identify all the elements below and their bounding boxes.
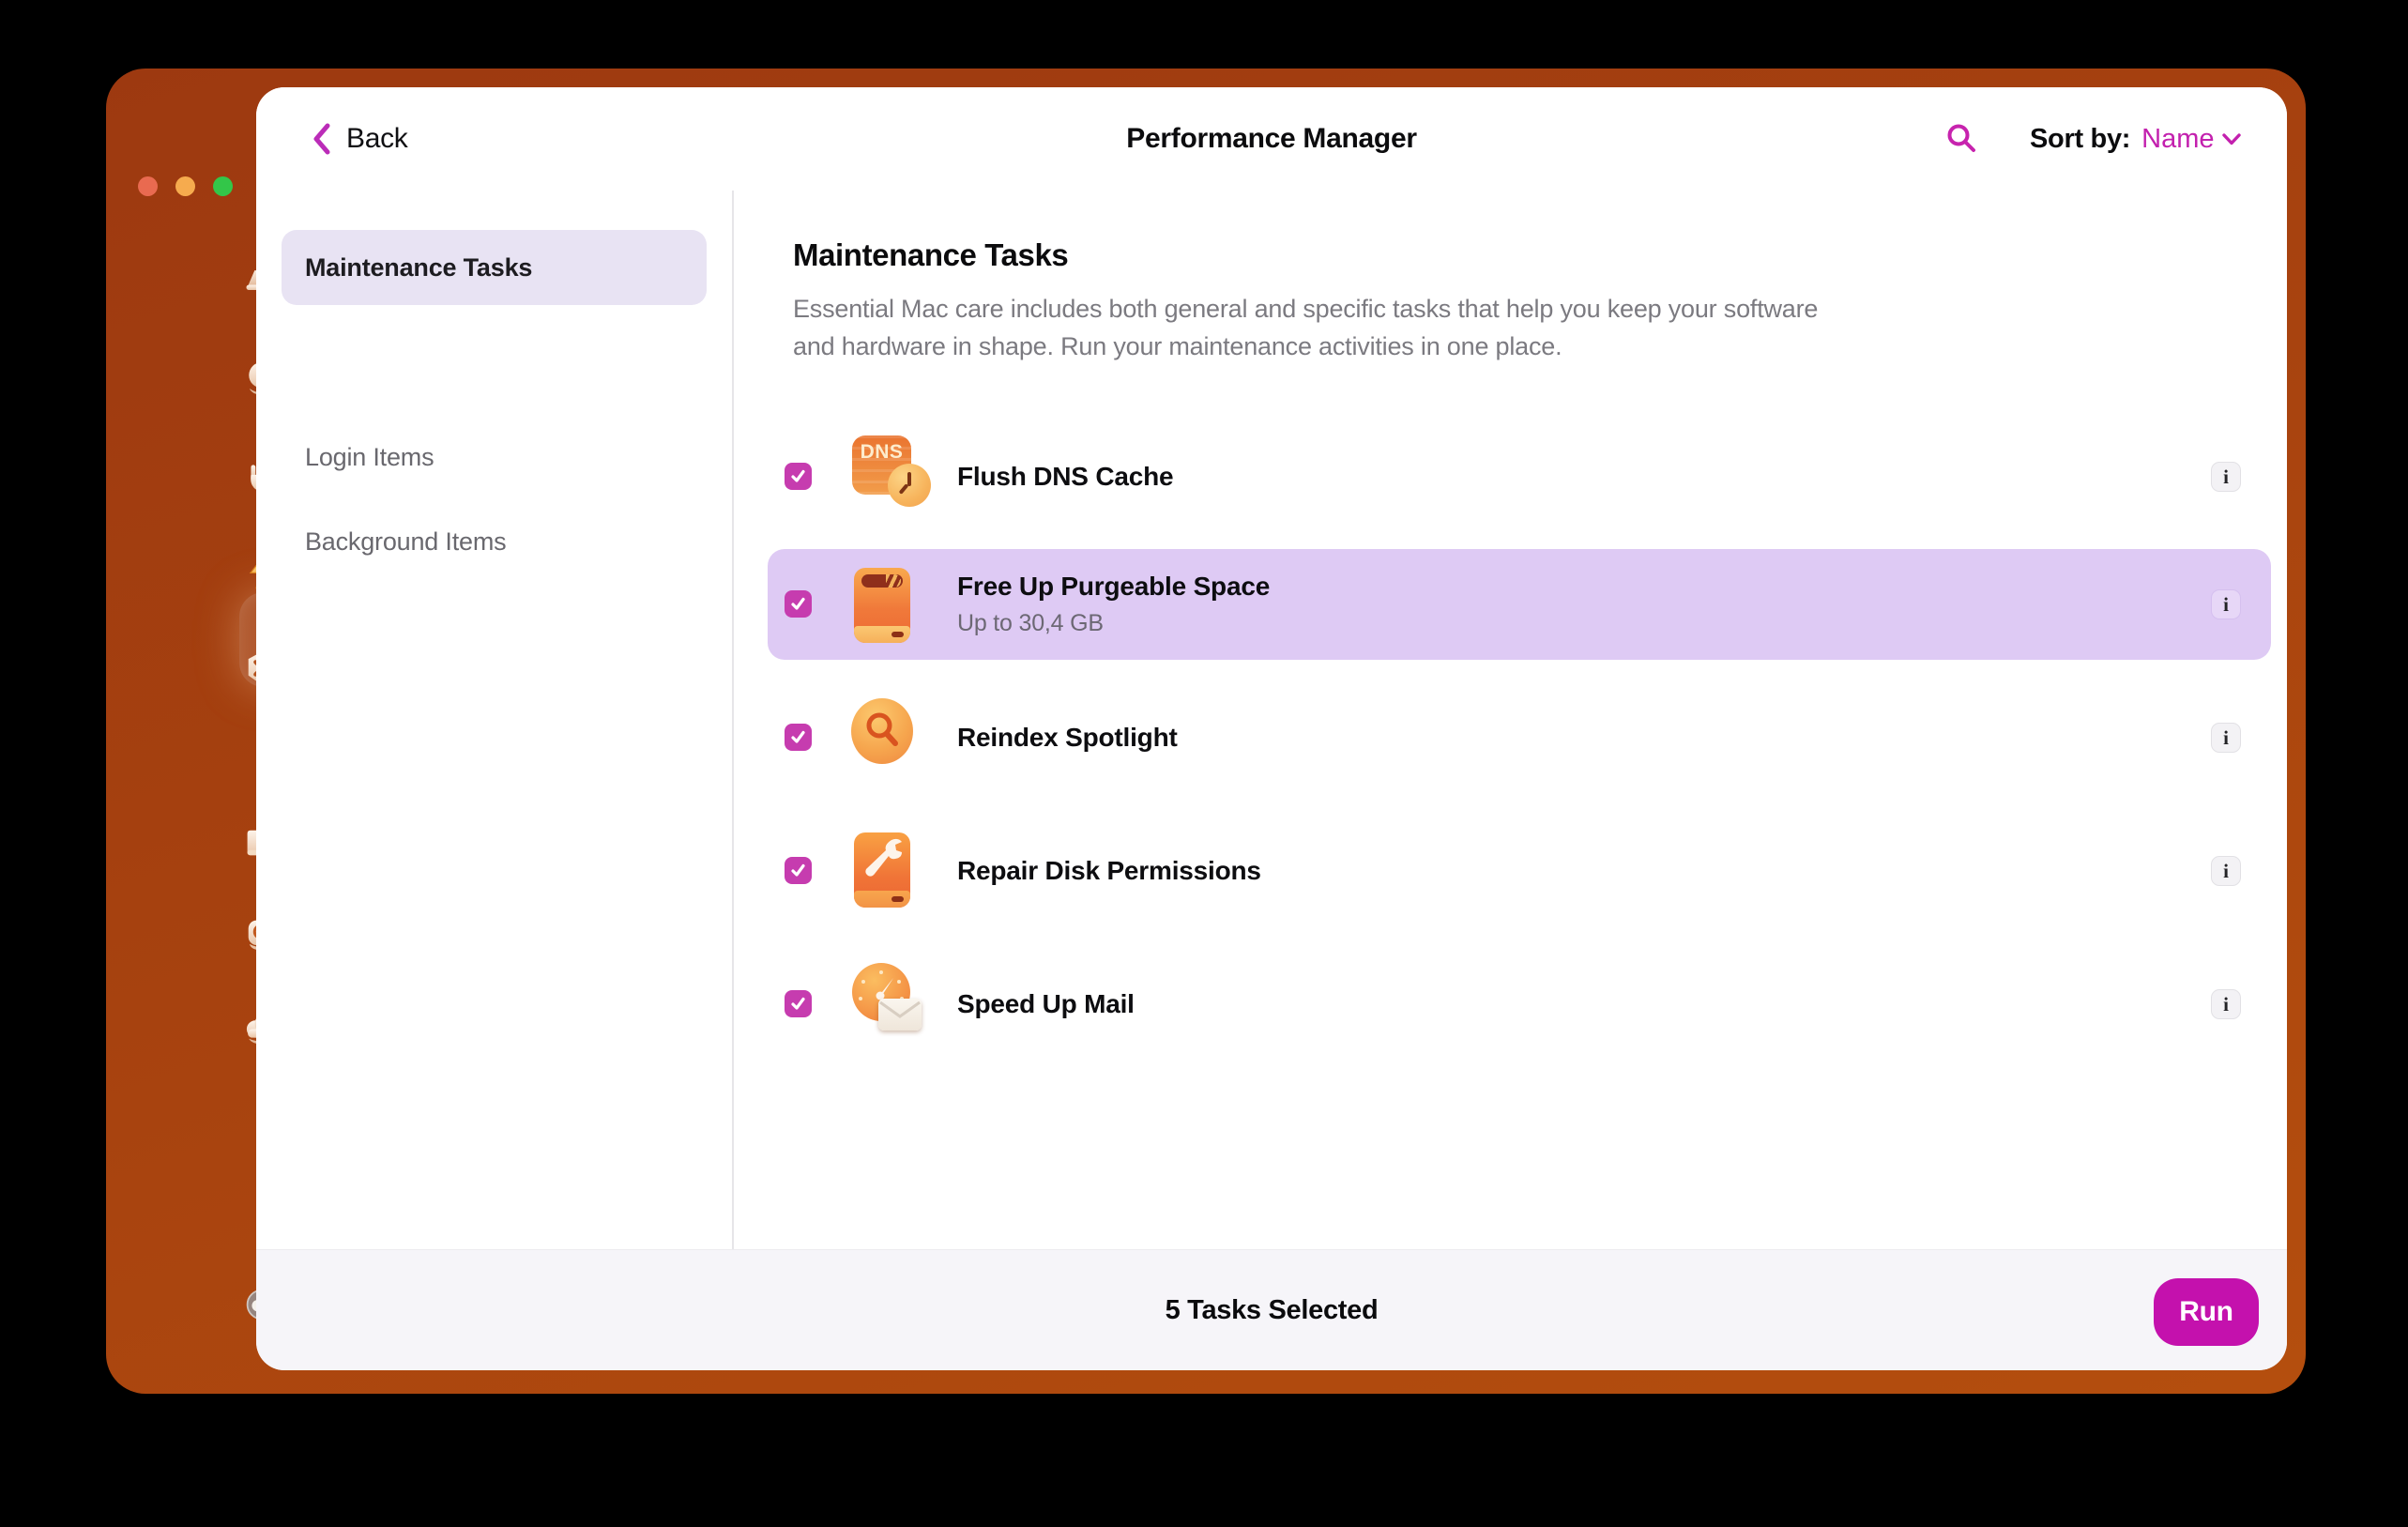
run-button[interactable]: Run [2154,1278,2259,1346]
speed-up-mail-icon [846,961,933,1047]
task-checkbox[interactable] [785,463,812,490]
task-row[interactable]: Reindex Spotlight i [768,682,2271,793]
reindex-spotlight-icon [846,695,933,781]
close-button[interactable] [138,176,158,196]
task-checkbox[interactable] [785,857,812,884]
search-button[interactable] [1943,119,1980,157]
task-title: Speed Up Mail [957,989,1135,1018]
sort-control: Sort by: Name [2030,87,2241,191]
chevron-down-icon [2221,132,2241,145]
page-title: Performance Manager [1126,123,1417,154]
info-button[interactable]: i [2211,989,2241,1019]
repair-disk-permissions-icon [846,831,933,917]
nav-item-label: Background Items [305,527,507,556]
minimize-button[interactable] [175,176,195,196]
task-title: Repair Disk Permissions [957,856,1261,885]
section-nav: Maintenance Tasks Login Items Background… [256,191,734,1250]
task-title: Flush DNS Cache [957,462,1174,491]
nav-item-label: Login Items [305,442,434,471]
footer-bar: 5 Tasks Selected Run [256,1249,2287,1370]
sort-by-label: Sort by: [2030,123,2131,154]
task-row[interactable]: DNS Flush DNS Cache i [768,421,2271,532]
free-up-purgeable-space-icon [846,566,933,652]
check-icon [791,597,805,610]
section-heading: Maintenance Tasks [793,237,1069,272]
nav-item-login-items[interactable]: Login Items [305,438,434,476]
check-icon [791,469,805,482]
flush-dns-cache-icon: DNS [846,434,933,520]
info-button[interactable]: i [2211,462,2241,492]
info-button[interactable]: i [2211,856,2241,886]
check-icon [791,730,805,743]
search-icon [1947,124,1975,152]
task-row[interactable]: Repair Disk Permissions i [768,816,2271,926]
nav-item-background-items[interactable]: Background Items [305,523,507,560]
zoom-button[interactable] [213,176,233,196]
task-checkbox[interactable] [785,590,812,618]
section-description: Essential Mac care includes both general… [793,295,1819,360]
info-button[interactable]: i [2211,723,2241,753]
info-button[interactable]: i [2211,589,2241,619]
clock-badge-icon [888,464,931,507]
task-subtitle: Up to 30,4 GB [957,610,1104,636]
content-card: Back Performance Manager Sort by: Name M… [256,87,2287,1370]
sort-value: Name [2141,123,2215,154]
check-icon [791,997,805,1010]
tasks-selected-status: 5 Tasks Selected [1165,1294,1379,1325]
check-icon [791,863,805,877]
task-title: Reindex Spotlight [957,723,1178,752]
sort-value-dropdown[interactable]: Name [2141,123,2241,155]
main-panel: Maintenance Tasks Essential Mac care inc… [734,191,2287,1250]
task-checkbox[interactable] [785,990,812,1017]
task-checkbox[interactable] [785,724,812,751]
nav-item-label: Maintenance Tasks [305,252,533,282]
task-row[interactable]: Speed Up Mail i [768,949,2271,1060]
envelope-badge-icon [878,999,922,1031]
task-title: Free Up Purgeable Space [957,572,1271,601]
app-window: Back Performance Manager Sort by: Name M… [106,69,2306,1394]
task-row-selected[interactable]: Free Up Purgeable Space Up to 30,4 GB i [768,549,2271,660]
nav-item-maintenance-tasks[interactable]: Maintenance Tasks [282,230,707,305]
header: Back Performance Manager Sort by: Name [256,87,2287,192]
